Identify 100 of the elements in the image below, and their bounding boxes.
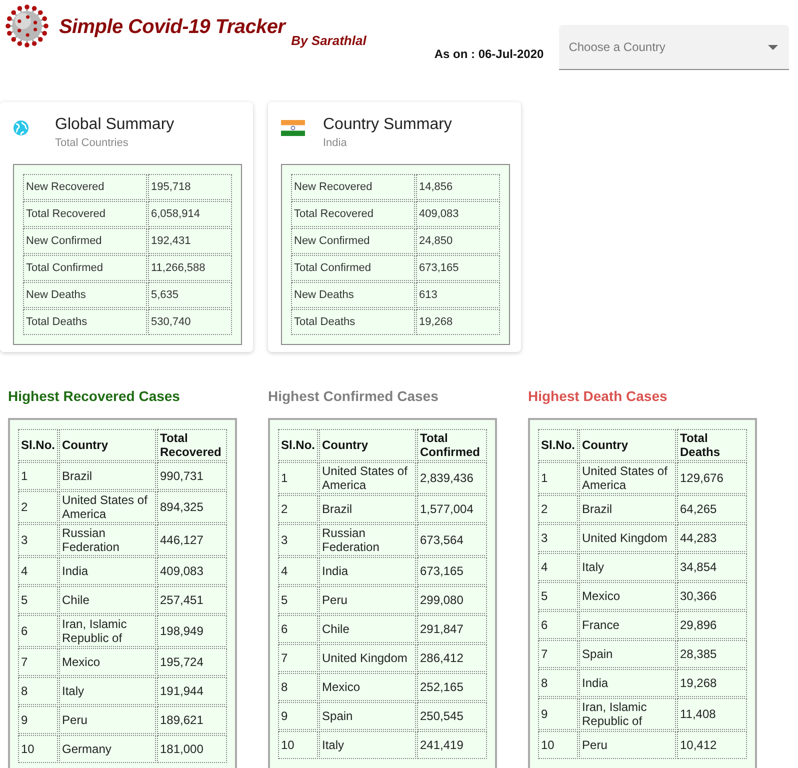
table-cell: 673,165: [417, 557, 487, 585]
table-cell: 4: [538, 553, 578, 581]
table-cell: New Confirmed: [23, 228, 147, 254]
table-cell: 250,545: [417, 702, 487, 730]
table-cell: 1: [538, 462, 578, 494]
table-cell: Russian Federation: [59, 524, 156, 556]
table-cell: Total Recovered: [291, 201, 415, 227]
table-cell: 64,265: [677, 495, 747, 523]
table-cell: 195,718: [148, 174, 232, 200]
card-title: Country Summary: [323, 116, 452, 134]
table-cell: 894,325: [157, 491, 227, 523]
virus-logo-icon: [5, 4, 49, 48]
table-cell: Brazil: [579, 495, 676, 523]
globe-icon: [13, 120, 29, 136]
date-label: As on : 06-Jul-2020: [434, 47, 544, 61]
table-cell: 241,419: [417, 731, 487, 759]
table-cell: 5,635: [148, 282, 232, 308]
table-cell: 257,451: [157, 586, 227, 614]
table-cell: Italy: [579, 553, 676, 581]
table-cell: 44,283: [677, 524, 747, 552]
table-cell: 5: [18, 586, 58, 614]
table-cell: 286,412: [417, 644, 487, 672]
column-header: Country: [579, 429, 676, 461]
table-cell: Chile: [319, 615, 416, 643]
table-cell: 7: [18, 648, 58, 676]
section-title: Highest Confirmed Cases: [268, 388, 440, 404]
table-cell: 9: [18, 706, 58, 734]
flag-icon: [281, 120, 305, 136]
table-cell: 1: [278, 462, 318, 494]
card-title: Global Summary: [55, 116, 174, 134]
table-cell: 10: [278, 731, 318, 759]
table-cell: Total Deaths: [291, 309, 415, 335]
table-cell: 29,896: [677, 611, 747, 639]
table-cell: New Deaths: [23, 282, 147, 308]
table-cell: 1,577,004: [417, 495, 487, 523]
table-cell: 8: [538, 669, 578, 697]
table-cell: 11,266,588: [148, 255, 232, 281]
column-header: Total Confirmed: [417, 429, 487, 461]
card-subtitle: India: [323, 137, 348, 149]
card-subtitle: Total Countries: [55, 137, 130, 149]
table-cell: 7: [278, 644, 318, 672]
table-cell: 3: [538, 524, 578, 552]
column-header: Sl.No.: [18, 429, 58, 461]
table-cell: Iran, Islamic Republic of: [579, 698, 676, 730]
table-cell: 24,850: [416, 228, 500, 254]
table-cell: Italy: [319, 731, 416, 759]
table-cell: 10: [18, 735, 58, 763]
table-cell: 4: [18, 557, 58, 585]
table-cell: Russian Federation: [319, 524, 416, 556]
table-cell: 2,839,436: [417, 462, 487, 494]
table-cell: New Deaths: [291, 282, 415, 308]
table-cell: 409,083: [157, 557, 227, 585]
table-cell: 6: [278, 615, 318, 643]
table-cell: 2: [18, 491, 58, 523]
table-cell: United Kingdom: [579, 524, 676, 552]
section-title: Highest Death Cases: [528, 388, 668, 404]
table-cell: Peru: [579, 731, 676, 759]
table-cell: 409,083: [416, 201, 500, 227]
table-cell: 28,385: [677, 640, 747, 668]
table-cell: Iran, Islamic Republic of: [59, 615, 156, 647]
table-cell: Mexico: [319, 673, 416, 701]
table-cell: Germany: [59, 735, 156, 763]
table-cell: Peru: [319, 586, 416, 614]
country-select[interactable]: Choose a Country: [558, 25, 789, 70]
dropdown-caret-icon: [768, 44, 778, 50]
table-cell: 7: [538, 640, 578, 668]
table-cell: United States of America: [59, 491, 156, 523]
table-cell: 14,856: [416, 174, 500, 200]
table-cell: 34,854: [677, 553, 747, 581]
table-cell: 195,724: [157, 648, 227, 676]
column-header: Total Deaths: [677, 429, 747, 461]
table-cell: 613: [416, 282, 500, 308]
table-cell: 6: [18, 615, 58, 647]
table-cell: 30,366: [677, 582, 747, 610]
table-cell: Mexico: [579, 582, 676, 610]
author-byline: By Sarathlal: [291, 33, 366, 48]
table-cell: 6: [538, 611, 578, 639]
table-cell: Total Recovered: [23, 201, 147, 227]
table-cell: 5: [538, 582, 578, 610]
table-cell: United States of America: [319, 462, 416, 494]
column-header: Country: [59, 429, 156, 461]
table-cell: 198,949: [157, 615, 227, 647]
table-cell: 19,268: [677, 669, 747, 697]
table-cell: Spain: [579, 640, 676, 668]
table-cell: Chile: [59, 586, 156, 614]
table-cell: 9: [278, 702, 318, 730]
table-cell: Brazil: [59, 462, 156, 490]
table-cell: 19,268: [416, 309, 500, 335]
table-cell: India: [59, 557, 156, 585]
table-cell: 299,080: [417, 586, 487, 614]
column-header: Sl.No.: [278, 429, 318, 461]
table-cell: 2: [538, 495, 578, 523]
table-cell: 6,058,914: [148, 201, 232, 227]
table-cell: India: [579, 669, 676, 697]
table-cell: Total Deaths: [23, 309, 147, 335]
table-cell: 990,731: [157, 462, 227, 490]
table-cell: 189,621: [157, 706, 227, 734]
table-cell: 1: [18, 462, 58, 490]
table-cell: Brazil: [319, 495, 416, 523]
column-header: Total Recovered: [157, 429, 227, 461]
